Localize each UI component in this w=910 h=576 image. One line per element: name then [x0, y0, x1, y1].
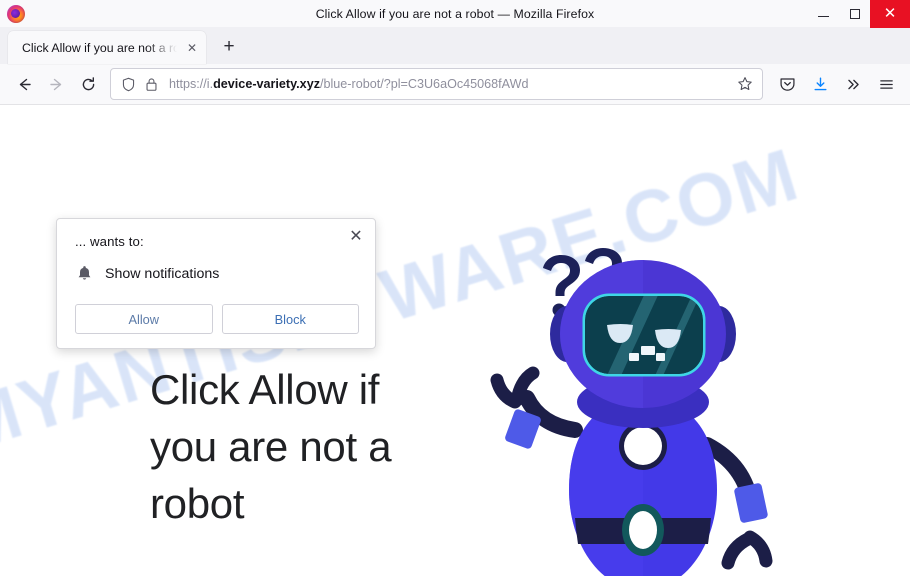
robot-buckle-inner — [629, 511, 657, 549]
toolbar-right-group — [771, 68, 902, 100]
url-path: /blue-robot/?pl=C3U6aOc45068fAWd — [320, 77, 529, 91]
lock-icon — [146, 77, 157, 91]
minimize-icon — [818, 15, 829, 17]
url-text: https://i.device-variety.xyz/blue-robot/… — [169, 77, 735, 91]
new-tab-button[interactable]: + — [214, 32, 244, 62]
reload-button[interactable] — [72, 68, 104, 100]
popup-host-text: ... wants to: — [75, 234, 144, 249]
minimize-button[interactable] — [808, 0, 839, 28]
forward-button[interactable] — [40, 68, 72, 100]
shield-icon — [122, 77, 135, 91]
forward-arrow-icon — [49, 78, 61, 90]
close-icon: ✕ — [883, 5, 897, 22]
popup-close-button[interactable]: ✕ — [346, 227, 366, 247]
window-controls: ✕ — [808, 0, 910, 28]
title-bar: Click Allow if you are not a robot — Moz… — [0, 0, 910, 28]
popup-permission-label: Show notifications — [105, 265, 220, 282]
robot-chest-button — [624, 427, 662, 465]
double-chevron-right-icon — [847, 79, 859, 89]
notification-permission-popup: ✕ ... wants to: Show notifications Allow… — [56, 218, 376, 349]
robot-right-claw — [721, 530, 773, 570]
bookmark-star-icon[interactable] — [735, 76, 755, 92]
firefox-logo-icon — [7, 4, 25, 23]
url-scheme: https://i. — [169, 77, 214, 91]
url-domain: device-variety.xyz — [213, 77, 320, 91]
block-button[interactable]: Block — [221, 304, 359, 334]
tab-close-icon[interactable]: ✕ — [184, 40, 200, 56]
page-content: MYANTISPYWARE.COM Click Allow if you are… — [0, 105, 910, 576]
maximize-icon — [849, 8, 860, 19]
download-icon — [814, 76, 826, 90]
overflow-menu-button[interactable] — [837, 68, 869, 100]
tab-strip: Click Allow if you are not a robot ✕ + — [0, 28, 910, 64]
url-bar[interactable]: https://i.device-variety.xyz/blue-robot/… — [110, 68, 763, 100]
pocket-button[interactable] — [771, 68, 803, 100]
downloads-button[interactable] — [804, 68, 836, 100]
firefox-window: Click Allow if you are not a robot — Moz… — [0, 0, 910, 576]
allow-button[interactable]: Allow — [75, 304, 213, 334]
bell-icon — [78, 266, 91, 280]
popup-actions: Allow Block — [75, 304, 359, 334]
navigation-toolbar: https://i.device-variety.xyz/blue-robot/… — [0, 64, 910, 105]
app-menu-button[interactable] — [870, 68, 902, 100]
hamburger-menu-icon — [879, 79, 893, 89]
back-arrow-icon — [19, 78, 31, 90]
window-title: Click Allow if you are not a robot — Moz… — [315, 6, 595, 21]
close-window-button[interactable]: ✕ — [870, 0, 910, 28]
reload-icon — [82, 76, 94, 90]
page-headline: Click Allow if you are not a robot — [150, 366, 392, 527]
robot-right-cuff — [734, 483, 768, 523]
url-bar-icons — [121, 77, 158, 92]
maximize-button[interactable] — [839, 0, 870, 28]
robot-illustration — [455, 230, 795, 576]
pocket-icon — [779, 77, 795, 91]
back-button[interactable] — [8, 68, 40, 100]
browser-tab[interactable]: Click Allow if you are not a robot ✕ — [8, 31, 206, 64]
tab-title: Click Allow if you are not a robot — [22, 40, 182, 55]
popup-permission-row: Show notifications — [75, 265, 359, 282]
